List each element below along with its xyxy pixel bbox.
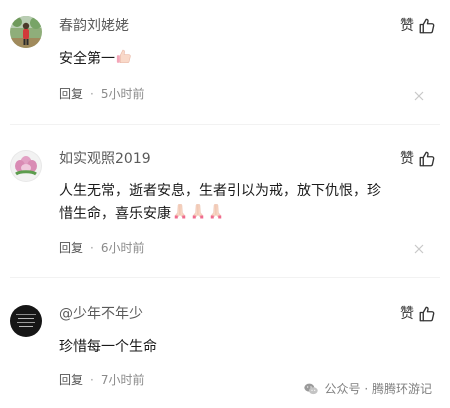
praying-hands-emoji-icon bbox=[207, 202, 225, 227]
reply-link[interactable]: 回复 bbox=[59, 372, 83, 388]
comment-text: 安全第一 bbox=[59, 47, 431, 72]
comment-body: 珍惜每一个生命 bbox=[59, 339, 157, 355]
separator-dot: · bbox=[90, 373, 94, 387]
watermark: 公众号 · 腾腾环游记 bbox=[303, 380, 432, 397]
wechat-icon bbox=[303, 383, 318, 394]
comment-body: 安全第一 bbox=[59, 51, 115, 67]
comment-text: 人生无常，逝者安息，生者引以为戒，放下仇恨，珍 惜生命，喜乐安康 bbox=[59, 180, 431, 227]
close-icon[interactable] bbox=[414, 91, 424, 101]
username[interactable]: 如实观照2019 bbox=[59, 150, 151, 168]
like-button[interactable]: 赞 bbox=[400, 150, 436, 168]
timestamp: 5小时前 bbox=[100, 87, 145, 101]
timestamp: 7小时前 bbox=[100, 373, 145, 387]
praying-hands-emoji-icon bbox=[171, 202, 189, 227]
avatar[interactable] bbox=[10, 305, 42, 337]
timestamp: 6小时前 bbox=[100, 241, 145, 255]
thumbs-up-icon bbox=[419, 306, 435, 322]
like-label: 赞 bbox=[400, 18, 414, 34]
divider bbox=[10, 277, 440, 278]
like-button[interactable]: 赞 bbox=[400, 305, 436, 323]
divider bbox=[10, 124, 440, 125]
like-label: 赞 bbox=[400, 151, 414, 167]
comment-meta: 回复 · 5小时前 bbox=[59, 86, 144, 102]
avatar[interactable] bbox=[10, 16, 42, 48]
thumbs-up-emoji-icon bbox=[115, 47, 133, 72]
like-button[interactable]: 赞 bbox=[400, 17, 436, 35]
reply-link[interactable]: 回复 bbox=[59, 86, 83, 102]
separator-dot: · bbox=[90, 87, 94, 101]
like-label: 赞 bbox=[400, 306, 414, 322]
username[interactable]: 春韵刘姥姥 bbox=[59, 17, 129, 35]
thumbs-up-icon bbox=[419, 18, 435, 34]
watermark-label: 公众号 · 腾腾环游记 bbox=[324, 382, 432, 396]
comment-text: 珍惜每一个生命 bbox=[59, 336, 431, 358]
avatar[interactable] bbox=[10, 150, 42, 182]
comment-body-line: 惜生命，喜乐安康 bbox=[59, 206, 171, 222]
thumbs-up-icon bbox=[419, 151, 435, 167]
comment-meta: 回复 · 7小时前 bbox=[59, 372, 144, 388]
separator-dot: · bbox=[90, 241, 94, 255]
praying-hands-emoji-icon bbox=[189, 202, 207, 227]
comment-list: 春韵刘姥姥 赞 安全第一 回复 · 5小时前 如实观照2019 赞 人生无常，逝… bbox=[0, 0, 450, 408]
reply-link[interactable]: 回复 bbox=[59, 240, 83, 256]
username[interactable]: @少年不年少 bbox=[59, 305, 143, 323]
comment-body-line: 人生无常，逝者安息，生者引以为戒，放下仇恨，珍 bbox=[59, 183, 381, 199]
close-icon[interactable] bbox=[414, 244, 424, 254]
comment-meta: 回复 · 6小时前 bbox=[59, 240, 144, 256]
